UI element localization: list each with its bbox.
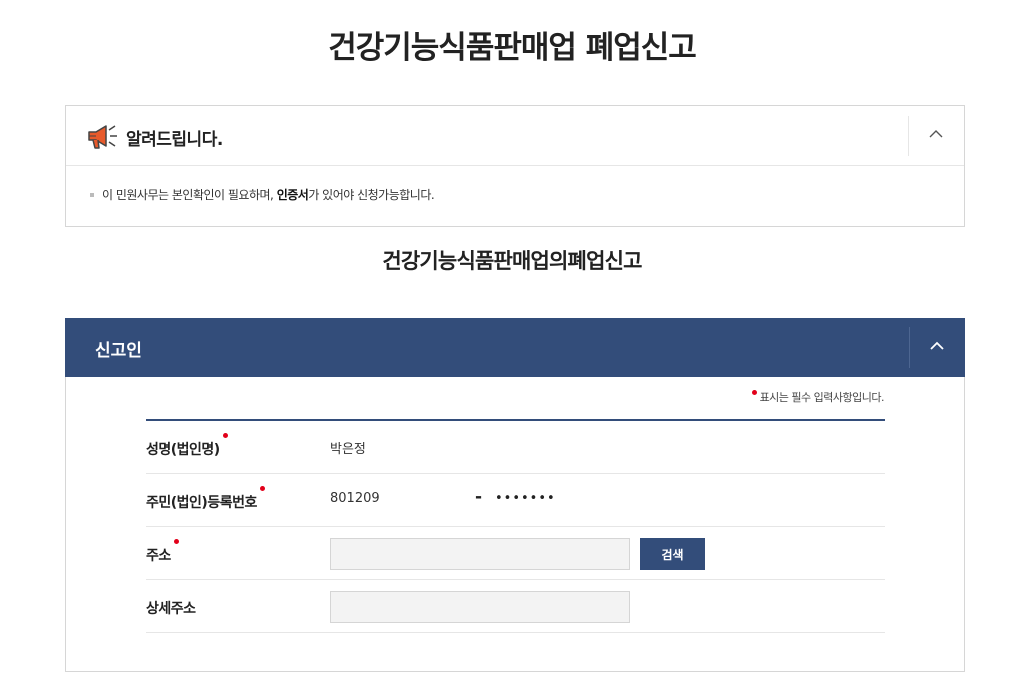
name-label-text: 성명(법인명)	[146, 442, 220, 458]
required-note-text: 표시는 필수 입력사항입니다.	[759, 391, 885, 404]
form-row-detail-address: 상세주소	[146, 580, 885, 633]
notice-box: 알려드립니다. 이 민원사무는 본인확인이 필요하며, 인증서가 있어야 신청가…	[65, 105, 965, 227]
detail-address-input[interactable]	[330, 591, 630, 623]
page-title: 건강기능식품판매업 폐업신고	[328, 30, 697, 66]
form-row-id: 주민(법인)등록번호 801209 - •••••••	[146, 474, 885, 527]
applicant-panel: 신고인 표시는 필수 입력사항입니다. 성명(법인명) 박은정 주민(법인)등록…	[65, 318, 965, 672]
notice-collapse-button[interactable]	[908, 116, 964, 156]
chevron-up-icon	[929, 130, 943, 138]
name-value: 박은정	[330, 442, 366, 457]
section-title: 건강기능식품판매업의폐업신고	[382, 249, 642, 273]
notice-text-after: 가 있어야 신청가능합니다.	[308, 188, 435, 202]
required-dot-icon	[751, 390, 757, 395]
megaphone-icon	[86, 123, 118, 151]
panel-collapse-button[interactable]	[909, 327, 965, 368]
address-label-text: 주소	[146, 548, 171, 564]
name-label: 성명(법인명)	[146, 433, 228, 459]
notice-title: 알려드립니다.	[126, 130, 223, 150]
address-label: 주소	[146, 539, 179, 565]
address-search-button[interactable]: 검색	[640, 538, 705, 570]
required-dot-icon	[259, 486, 265, 491]
required-note: 표시는 필수 입력사항입니다.	[751, 389, 885, 405]
required-dot-icon	[222, 433, 228, 438]
id-back-masked: •••••••	[495, 491, 556, 506]
notice-text-before: 이 민원사무는 본인확인이 필요하며,	[102, 188, 277, 202]
id-label-text: 주민(법인)등록번호	[146, 495, 257, 511]
panel-header: 신고인	[65, 318, 965, 377]
notice-text: 이 민원사무는 본인확인이 필요하며, 인증서가 있어야 신청가능합니다.	[66, 166, 964, 203]
required-dot-icon	[173, 539, 179, 544]
id-front-value: 801209	[330, 491, 380, 506]
detail-address-label: 상세주소	[146, 601, 196, 617]
id-label: 주민(법인)등록번호	[146, 486, 265, 512]
bullet-icon	[90, 192, 94, 197]
address-input[interactable]	[330, 538, 630, 570]
panel-title: 신고인	[95, 341, 142, 361]
form-row-address: 주소 검색	[146, 527, 885, 580]
notice-text-bold: 인증서	[276, 188, 309, 202]
id-dash: -	[475, 487, 483, 507]
form-row-name: 성명(법인명) 박은정	[146, 421, 885, 474]
chevron-up-icon	[930, 341, 944, 350]
notice-header: 알려드립니다.	[66, 106, 964, 166]
applicant-form: 성명(법인명) 박은정 주민(법인)등록번호 801209 - ••••••• …	[146, 419, 885, 633]
